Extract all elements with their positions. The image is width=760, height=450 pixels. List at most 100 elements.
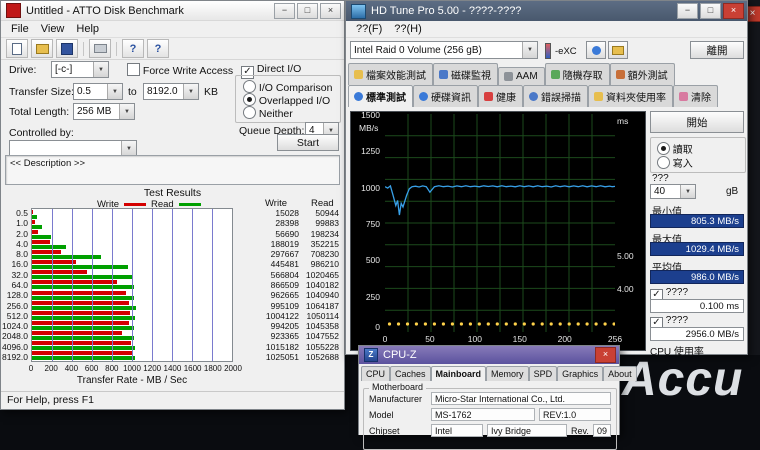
tab-benchmark[interactable]: 標準測試 [348, 85, 413, 107]
chevron-down-icon[interactable]: ▼ [119, 104, 134, 119]
chevron-down-icon[interactable]: ▼ [93, 62, 108, 77]
tab-mainboard[interactable]: Mainboard [431, 366, 487, 381]
drive-select[interactable]: [-c-]▼ [51, 61, 109, 78]
tab-erase[interactable]: 清除 [673, 85, 718, 107]
min-value: 805.3 MB/s [650, 214, 744, 228]
exit-button[interactable]: 離開 [690, 41, 744, 59]
new-button[interactable] [6, 39, 28, 58]
tab-label: 健康 [496, 89, 516, 104]
maximize-button[interactable]: □ [700, 3, 721, 19]
menu-help[interactable]: Help [70, 22, 105, 36]
eraser-icon [679, 92, 688, 101]
copy-screenshot-button[interactable] [586, 41, 606, 59]
tab-random-access[interactable]: 隨機存取 [545, 63, 610, 85]
menu-view[interactable]: View [35, 22, 71, 36]
tab-disk-monitor[interactable]: 磁碟監視 [433, 63, 498, 85]
tab-label: 磁碟監視 [451, 67, 491, 82]
write-bar [32, 270, 87, 274]
close-button[interactable]: × [723, 3, 744, 19]
start-button[interactable]: Start [277, 134, 339, 151]
write-bar [32, 250, 61, 254]
hdtune-menubar: ??(F) ??(H) [346, 21, 747, 38]
write-bar [32, 321, 129, 325]
row-size-label: 16.0 [1, 259, 28, 269]
menu-file[interactable]: ??(F) [350, 22, 388, 36]
tab-error-scan[interactable]: 錯誤掃描 [523, 85, 588, 107]
x-tick: 200 [45, 364, 58, 373]
tab-folder-usage[interactable]: 資料夾使用率 [588, 85, 673, 107]
radio-neither[interactable]: Neither [243, 106, 293, 120]
tab-label: 檔案效能測試 [366, 67, 426, 82]
write-bar [32, 311, 130, 315]
open-button[interactable] [31, 39, 53, 58]
drive-label: Drive: [9, 64, 36, 76]
chevron-down-icon[interactable]: ▼ [680, 185, 695, 198]
benchmark-chart: 1500MB/s125010007505002500 0501001502002… [350, 111, 646, 351]
test-size-value: 40 [654, 186, 665, 197]
tab-health[interactable]: 健康 [478, 85, 523, 107]
y-tick: 750 [351, 219, 383, 229]
read-radio[interactable]: 讀取 [657, 141, 693, 156]
device-select[interactable]: Intel Raid 0 Volume (256 gB)▼ [350, 41, 538, 59]
write-radio[interactable]: 寫入 [657, 155, 693, 170]
row-size-label: 2048.0 [1, 331, 28, 341]
read-value: 50944 [300, 208, 339, 218]
checkbox-icon[interactable] [127, 63, 140, 76]
menu-file[interactable]: File [5, 22, 35, 36]
x-tick: 150 [513, 334, 527, 344]
save-button[interactable] [56, 39, 78, 58]
partial-test-label: ??? [652, 173, 669, 184]
x-tick: 2000 [224, 364, 242, 373]
tab-cpu[interactable]: CPU [361, 366, 390, 381]
description-field[interactable]: << Description >> [5, 155, 340, 185]
radio-icon[interactable] [657, 142, 670, 155]
tab-spd[interactable]: SPD [529, 366, 558, 381]
tab-memory[interactable]: Memory [486, 366, 529, 381]
menu-help[interactable]: ??(H) [388, 22, 428, 36]
tab-disk-info[interactable]: 硬碟資訊 [413, 85, 478, 107]
chevron-down-icon[interactable]: ▼ [107, 84, 122, 99]
row-size-label: 0.5 [1, 208, 28, 218]
radio-icon[interactable] [243, 106, 256, 119]
read-bar [32, 336, 134, 340]
chevron-down-icon[interactable]: ▼ [121, 141, 136, 156]
tab-extra-tests[interactable]: 額外測試 [610, 63, 675, 85]
write-bar [32, 260, 76, 264]
read-bar [32, 245, 66, 249]
chevron-down-icon[interactable]: ▼ [183, 84, 198, 99]
test-size-select[interactable]: 40 ▼ [650, 184, 696, 199]
row-size-label: 64.0 [1, 280, 28, 290]
radio-overlapped-io[interactable]: Overlapped I/O [243, 93, 330, 107]
radio-io-comparison[interactable]: I/O Comparison [243, 80, 332, 94]
minimize-button[interactable]: − [274, 3, 295, 19]
info-icon [419, 92, 428, 101]
radio-icon[interactable] [243, 93, 256, 106]
x-tick: 1600 [184, 364, 202, 373]
maximize-button[interactable]: □ [297, 3, 318, 19]
tab-caches[interactable]: Caches [390, 366, 431, 381]
cpuz-window: Z CPU-Z × CPU Caches Mainboard Memory SP… [358, 345, 620, 435]
context-help-button[interactable]: ? [122, 39, 144, 58]
read-value: 1045358 [300, 321, 339, 331]
force-write-checkbox[interactable]: Force Write Access [127, 63, 233, 77]
chevron-down-icon[interactable]: ▼ [522, 42, 537, 58]
radio-icon[interactable] [657, 156, 670, 169]
tab-graphics[interactable]: Graphics [557, 366, 603, 381]
read-value: 1047552 [300, 331, 339, 341]
read-bar [32, 255, 101, 259]
total-length-select[interactable]: 256 MB▼ [73, 103, 135, 120]
radio-icon[interactable] [243, 80, 256, 93]
write-bar [32, 301, 129, 305]
tab-file-benchmark[interactable]: 檔案效能測試 [348, 63, 433, 85]
close-button[interactable]: × [320, 3, 341, 19]
close-button[interactable]: × [595, 347, 616, 363]
transfer-from-select[interactable]: 0.5▼ [73, 83, 123, 100]
tab-aam[interactable]: AAM [498, 67, 545, 85]
transfer-to-select[interactable]: 8192.0▼ [143, 83, 199, 100]
about-button[interactable]: ? [147, 39, 169, 58]
options-button[interactable] [608, 41, 628, 59]
tab-about[interactable]: About [603, 366, 637, 381]
print-button[interactable] [89, 39, 111, 58]
start-benchmark-button[interactable]: 開始 [650, 111, 744, 133]
minimize-button[interactable]: − [677, 3, 698, 19]
